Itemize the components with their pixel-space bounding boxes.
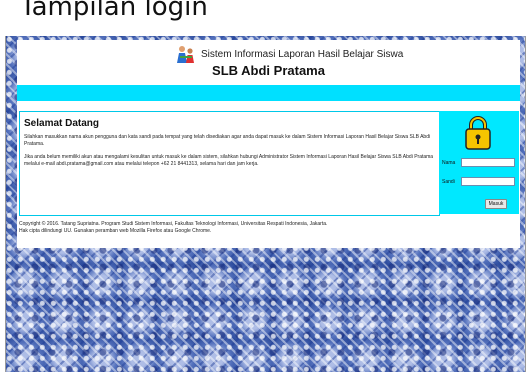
page-caption: Tampilan login bbox=[0, 0, 528, 36]
student-logo-icon bbox=[177, 46, 194, 63]
username-label: Nama bbox=[442, 160, 456, 166]
welcome-title: Selamat Datang bbox=[24, 118, 100, 129]
caption-text: Tampilan login bbox=[20, 0, 208, 22]
footer-copyright: Copyright © 2016. Tatang Supriatna. Prog… bbox=[19, 221, 328, 227]
login-button[interactable]: Masuk bbox=[485, 199, 507, 209]
login-panel: Nama Sandi Masuk bbox=[439, 111, 519, 214]
welcome-paragraph-1: Silahkan masukkan nama akun pengguna dan… bbox=[24, 134, 431, 147]
password-label: Sandi bbox=[442, 179, 455, 185]
welcome-paragraph-2: Jika anda belum memiliki akun atau menga… bbox=[24, 154, 434, 167]
school-name: SLB Abdi Pratama bbox=[212, 63, 325, 78]
page-footer: Copyright © 2016. Tatang Supriatna. Prog… bbox=[19, 221, 517, 235]
padlock-icon bbox=[465, 116, 491, 150]
main-content: Selamat Datang Silahkan masukkan nama ak… bbox=[17, 111, 520, 216]
page-header: Sistem Informasi Laporan Hasil Belajar S… bbox=[17, 40, 520, 84]
footer-browser-note: Hak cipta dilindungi UU. Gunakan peramba… bbox=[19, 228, 212, 234]
password-input[interactable] bbox=[461, 177, 515, 186]
username-input[interactable] bbox=[461, 158, 515, 167]
login-page: Sistem Informasi Laporan Hasil Belajar S… bbox=[17, 40, 520, 248]
app-title: Sistem Informasi Laporan Hasil Belajar S… bbox=[201, 49, 404, 60]
nav-bar bbox=[17, 85, 520, 101]
welcome-panel: Selamat Datang Silahkan masukkan nama ak… bbox=[19, 111, 440, 216]
